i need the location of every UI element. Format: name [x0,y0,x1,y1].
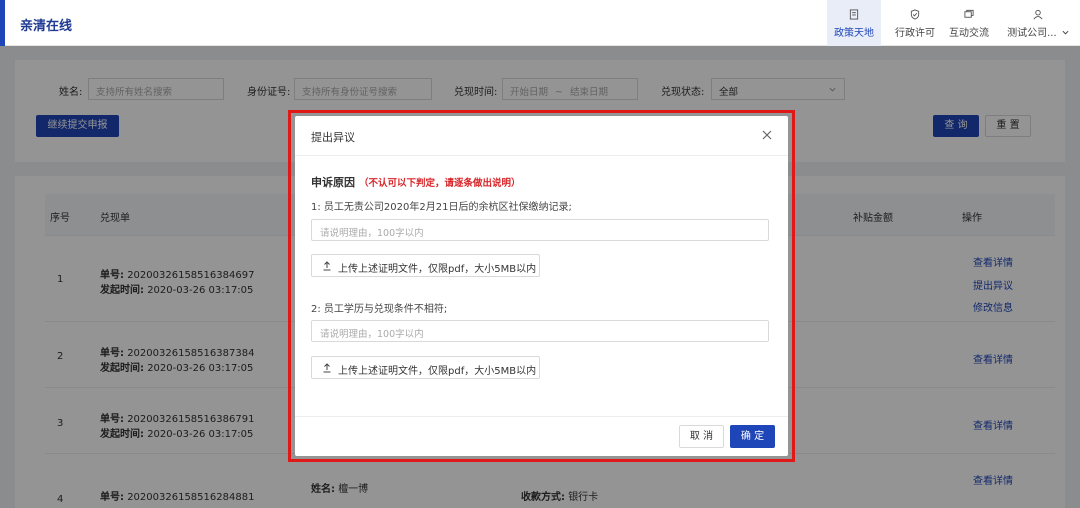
upload-button-1[interactable]: 上传上述证明文件，仅限pdf，大小5MB以内 [311,254,540,277]
objection-item-1-text: 1: 员工无责公司2020年2月21日后的余杭区社保缴纳记录; [311,202,572,213]
document-icon [849,9,859,20]
cancel-button[interactable]: 取 消 [679,425,724,448]
dialog-title: 提出异议 [311,131,355,144]
nav-permit[interactable]: 行政许可 [890,0,940,46]
reason-note: （不认可以下判定，请逐条做出说明） [359,178,521,189]
top-bar: 亲清在线 政策天地 行政许可 互动交流 测试公司... [0,0,1080,46]
user-icon [1033,9,1043,20]
upload-label-2: 上传上述证明文件，仅限pdf，大小5MB以内 [338,366,537,377]
chat-icon [964,9,974,18]
brand-accent-bar [0,0,5,46]
nav-permit-label: 行政许可 [895,28,935,39]
objection-item-2-text: 2: 员工学历与兑现条件不相符; [311,304,448,315]
upload-button-2[interactable]: 上传上述证明文件，仅限pdf，大小5MB以内 [311,356,540,379]
close-icon[interactable] [760,128,774,142]
reason-title: 申诉原因 [311,176,355,189]
user-menu[interactable]: 测试公司... [1004,0,1072,46]
nav-interact[interactable]: 互动交流 [944,0,994,46]
upload-label-1: 上传上述证明文件，仅限pdf，大小5MB以内 [338,264,537,275]
nav-interact-label: 互动交流 [949,28,989,39]
chevron-down-icon [1062,30,1069,35]
reason-input-1[interactable]: 请说明理由，100字以内 [311,219,769,241]
objection-dialog: 提出异议 申诉原因 （不认可以下判定，请逐条做出说明） 1: 员工无责公司2020… [295,116,788,456]
reason-heading: 申诉原因 （不认可以下判定，请逐条做出说明） [311,174,521,190]
dialog-footer: 取 消 确 定 [295,416,788,456]
nav-policy-label: 政策天地 [834,28,874,39]
upload-icon [323,363,331,373]
user-menu-label: 测试公司... [1007,28,1057,39]
confirm-button[interactable]: 确 定 [730,425,775,448]
nav-policy[interactable]: 政策天地 [827,0,881,46]
app-brand[interactable]: 亲清在线 [20,15,72,34]
shield-icon [910,9,920,20]
dialog-header: 提出异议 [295,116,788,156]
upload-icon [323,261,331,271]
reason-input-2[interactable]: 请说明理由，100字以内 [311,320,769,342]
